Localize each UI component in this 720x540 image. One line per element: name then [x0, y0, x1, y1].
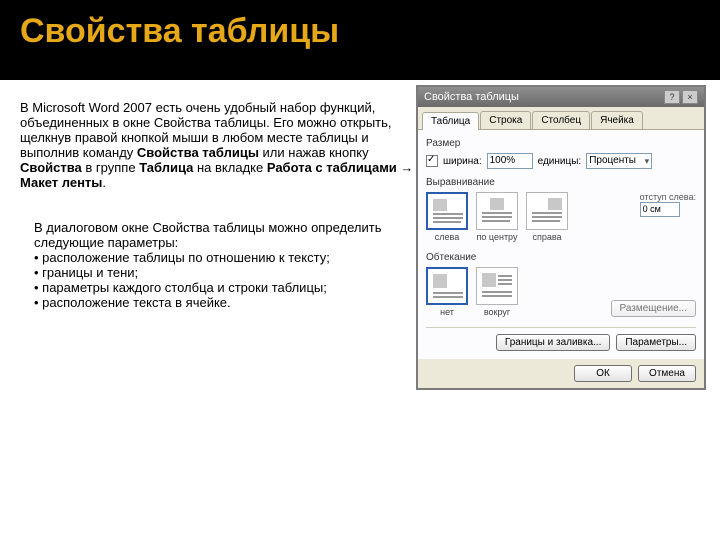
options-button[interactable]: Параметры...: [616, 334, 696, 351]
dialog-titlebar[interactable]: Свойства таблицы ? ×: [418, 87, 704, 107]
unit-select[interactable]: Проценты: [586, 153, 652, 169]
dialog-title: Свойства таблицы: [424, 91, 519, 103]
dialog-tabs: Таблица Строка Столбец Ячейка: [418, 107, 704, 130]
wrap-none-icon: [431, 272, 463, 300]
indent-input[interactable]: 0 см: [640, 202, 680, 217]
close-button[interactable]: ×: [682, 90, 698, 104]
align-center-option[interactable]: [476, 192, 518, 230]
placement-button[interactable]: Размещение...: [611, 300, 697, 317]
paragraph-2: В диалоговом окне Свойства таблицы можно…: [34, 220, 414, 310]
borders-button[interactable]: Границы и заливка...: [496, 334, 611, 351]
width-label: ширина:: [443, 156, 482, 167]
separator: [426, 327, 696, 328]
tab-cell[interactable]: Ячейка: [591, 111, 643, 129]
table-properties-dialog: Свойства таблицы ? × Таблица Строка Стол…: [416, 85, 706, 390]
dialog-body: Размер ширина: 100% единицы: Проценты Вы…: [418, 130, 704, 359]
dialog-footer: ОК Отмена: [418, 359, 704, 388]
unit-label: единицы:: [538, 156, 582, 167]
wrap-around-icon: [480, 271, 514, 301]
width-input[interactable]: 100%: [487, 153, 533, 169]
indent-label: отступ слева:: [640, 192, 696, 202]
align-right-icon: [530, 196, 564, 226]
ok-button[interactable]: ОК: [574, 365, 632, 382]
wrap-around-option[interactable]: [476, 267, 518, 305]
align-left-option[interactable]: [426, 192, 468, 230]
tab-column[interactable]: Столбец: [532, 111, 590, 129]
align-left-icon: [431, 197, 463, 225]
size-group-label: Размер: [426, 138, 696, 149]
align-center-icon: [480, 196, 514, 226]
slide-header: Свойства таблицы: [0, 0, 720, 80]
wrap-group-label: Обтекание: [426, 252, 696, 263]
tab-table[interactable]: Таблица: [422, 112, 479, 130]
tab-row[interactable]: Строка: [480, 111, 531, 129]
wrap-none-option[interactable]: [426, 267, 468, 305]
slide-title: Свойства таблицы: [20, 12, 700, 51]
help-button[interactable]: ?: [664, 90, 680, 104]
align-group-label: Выравнивание: [426, 177, 696, 188]
width-checkbox[interactable]: [426, 155, 438, 167]
align-right-option[interactable]: [526, 192, 568, 230]
paragraph-1: В Microsoft Word 2007 есть очень удобный…: [20, 100, 420, 190]
cancel-button[interactable]: Отмена: [638, 365, 696, 382]
